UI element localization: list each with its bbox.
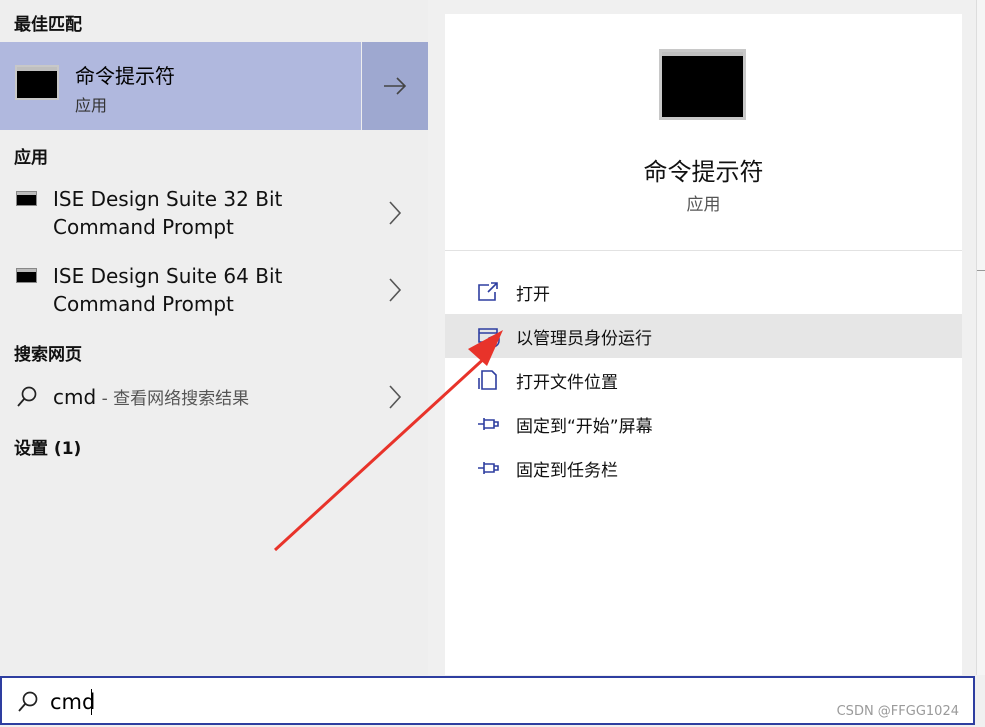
app-item-ise-32[interactable]: ISE Design Suite 32 Bit Command Prompt [0,175,428,249]
scrollbar[interactable] [976,0,985,675]
app-item-ise-64[interactable]: ISE Design Suite 64 Bit Command Prompt [0,252,428,326]
action-open[interactable]: 打开 [445,270,962,314]
best-match-item[interactable] [0,42,361,130]
text-caret [91,689,92,715]
command-prompt-large-icon [659,49,746,120]
chevron-right-icon [389,201,402,225]
action-pin-start[interactable]: 固定到“开始”屏幕 [445,402,962,446]
watermark: CSDN @FFGG1024 [836,704,959,719]
detail-subtitle: 应用 [686,195,721,215]
section-settings[interactable]: 设置 (1) [14,434,81,459]
app-item-label: ISE Design Suite 32 Bit Command Prompt [53,185,282,241]
search-bar[interactable]: CSDN @FFGG1024 [0,676,975,725]
app-item-label: ISE Design Suite 64 Bit Command Prompt [53,262,282,318]
file-location-icon [478,370,497,390]
chevron-right-icon [389,278,402,302]
action-open-file-location-label: 打开文件位置 [516,373,618,393]
command-prompt-icon [15,65,59,100]
command-prompt-icon [16,268,37,283]
action-run-as-admin[interactable]: 以管理员身份运行 [445,314,962,358]
web-search-label: cmd - 查看网络搜索结果 [53,384,249,409]
search-icon [17,386,37,407]
chevron-right-icon [389,385,402,409]
app-item-line2: Command Prompt [53,215,234,239]
action-open-label: 打开 [516,285,550,305]
action-pin-taskbar[interactable]: 固定到任务栏 [445,446,962,490]
open-icon [478,282,498,301]
detail-panel: 命令提示符 应用 打开 以管理员身份运行 打开文件位置 固定到“开始”屏幕 固定… [445,14,962,675]
shield-admin-icon [478,328,500,348]
action-pin-taskbar-label: 固定到任务栏 [516,461,618,481]
pin-icon [478,462,499,474]
scrollbar-thumb-line [977,270,985,271]
app-item-line2: Command Prompt [53,292,234,316]
results-panel: 最佳匹配 命令提示符 应用 应用 ISE Design Suite 32 Bit… [0,0,428,675]
web-search-hint: - 查看网络搜索结果 [96,389,250,409]
search-input[interactable] [48,687,352,717]
arrow-right-icon [384,77,407,95]
detail-title: 命令提示符 [643,158,764,186]
search-icon [18,691,38,712]
action-run-as-admin-label: 以管理员身份运行 [516,329,652,349]
app-item-line1: ISE Design Suite 64 Bit [53,264,283,288]
best-match-title: 命令提示符 [75,64,175,88]
section-apps: 应用 [14,148,48,168]
pin-icon [478,418,499,430]
expand-arrow-button[interactable] [362,42,428,130]
app-item-line1: ISE Design Suite 32 Bit [53,187,283,211]
command-prompt-icon [16,191,37,206]
web-search-query: cmd [53,385,97,409]
divider [445,250,962,251]
action-pin-start-label: 固定到“开始”屏幕 [516,417,653,437]
action-open-file-location[interactable]: 打开文件位置 [445,358,962,402]
web-search-item[interactable]: cmd - 查看网络搜索结果 [0,375,428,421]
section-best-match: 最佳匹配 [14,15,82,35]
best-match-subtitle: 应用 [75,96,108,115]
section-web: 搜索网页 [14,345,82,365]
